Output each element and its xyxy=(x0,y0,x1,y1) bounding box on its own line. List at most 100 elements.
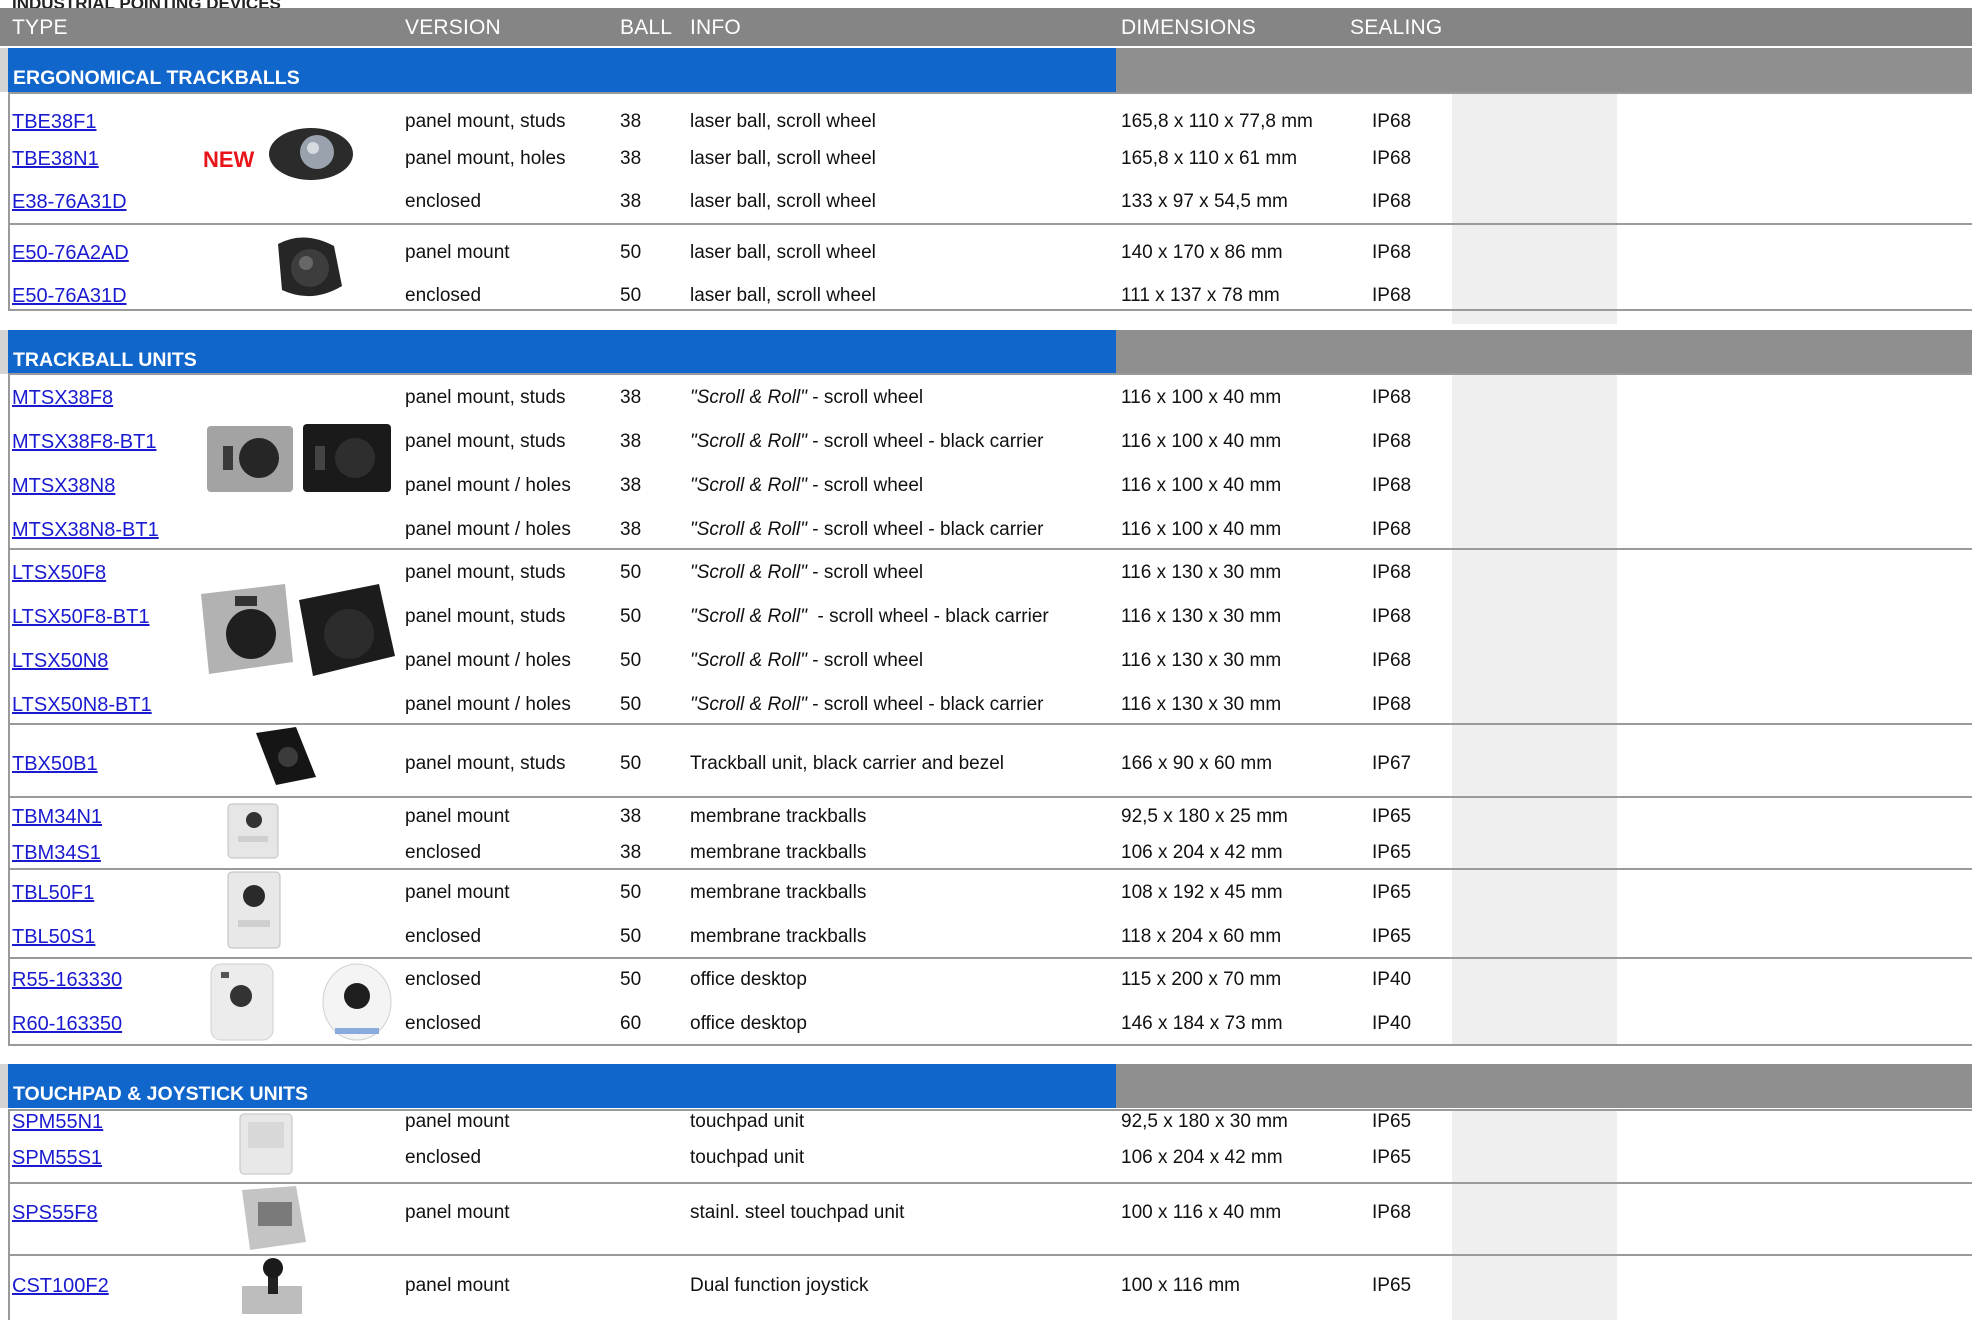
col-version: VERSION xyxy=(405,16,501,39)
sealing-cell: IP65 xyxy=(1372,806,1412,827)
info-cell: Dual function joystick xyxy=(690,1275,868,1297)
dimensions-cell: 165,8 x 110 x 61 mm xyxy=(1121,148,1298,169)
info-italic: "Scroll & Roll" xyxy=(690,475,807,496)
dimensions-cell: 165,8 x 110 x 77,8 mm xyxy=(1121,111,1313,132)
section-bar: ERGONOMICAL TRACKBALLS xyxy=(0,48,1972,92)
product-link[interactable]: E50-76A31D xyxy=(12,285,127,308)
dimensions-cell: 118 x 204 x 60 mm xyxy=(1121,926,1282,947)
product-link[interactable]: MTSX38F8-BT1 xyxy=(12,431,156,454)
table-row: CST100F2 panel mount Dual function joystic… xyxy=(0,1275,1972,1305)
info-text: - scroll wheel xyxy=(806,562,924,583)
info-text: laser ball, scroll wheel xyxy=(690,148,876,169)
info-cell: touchpad unit xyxy=(690,1147,804,1169)
ball-cell: 38 xyxy=(620,148,642,169)
info-text: - scroll wheel - black carrier xyxy=(806,431,1044,452)
table-row: LTSX50F8 panel mount, studs 50 "Scroll & Ro… xyxy=(0,562,1972,592)
product-link[interactable]: LTSX50F8 xyxy=(12,562,106,585)
dimensions-cell: 116 x 100 x 40 mm xyxy=(1121,387,1282,408)
product-link[interactable]: TBE38F1 xyxy=(12,111,96,134)
sealing-cell: IP68 xyxy=(1372,111,1412,132)
product-link[interactable]: SPM55N1 xyxy=(12,1111,103,1134)
info-cell: touchpad unit xyxy=(690,1111,804,1133)
info-cell: "Scroll & Roll" - scroll wheel xyxy=(690,475,923,497)
table-row: MTSX38N8-BT1 panel mount / holes 38 "Scroll… xyxy=(0,519,1972,549)
ball-cell: 50 xyxy=(620,753,642,774)
product-link[interactable]: MTSX38N8-BT1 xyxy=(12,519,159,542)
table-row: LTSX50F8-BT1 panel mount, studs 50 "Scroll … xyxy=(0,606,1972,636)
product-link[interactable]: MTSX38F8 xyxy=(12,387,113,410)
table-row: MTSX38F8-BT1 panel mount, studs 38 "Scroll … xyxy=(0,431,1972,461)
ball-cell: 50 xyxy=(620,242,642,263)
info-text: - scroll wheel xyxy=(806,475,924,496)
product-link[interactable]: R60-163350 xyxy=(12,1013,122,1036)
dimensions-cell: 116 x 100 x 40 mm xyxy=(1121,431,1282,452)
dimensions-cell: 106 x 204 x 42 mm xyxy=(1121,1147,1283,1168)
col-info: INFO xyxy=(690,16,741,39)
table-row: E50-76A2AD panel mount 50 laser ball, scrol… xyxy=(0,242,1972,272)
version-cell: panel mount, holes xyxy=(405,148,566,169)
product-link[interactable]: SPS55F8 xyxy=(12,1202,98,1225)
product-link[interactable]: MTSX38N8 xyxy=(12,475,115,498)
dimensions-cell: 116 x 130 x 30 mm xyxy=(1121,562,1282,583)
table-row: TBM34N1 panel mount 38 membrane trackballs 9… xyxy=(0,806,1972,836)
product-link[interactable]: LTSX50N8-BT1 xyxy=(12,694,152,717)
info-text: - scroll wheel - black carrier xyxy=(806,606,1049,627)
product-link[interactable]: TBM34N1 xyxy=(12,806,102,829)
sealing-cell: IP68 xyxy=(1372,148,1412,169)
version-cell: panel mount xyxy=(405,242,510,263)
ball-cell: 50 xyxy=(620,969,642,990)
product-link[interactable]: TBM34S1 xyxy=(12,842,101,865)
product-link[interactable]: CST100F2 xyxy=(12,1275,109,1298)
ball-cell: 38 xyxy=(620,111,642,132)
table-row: TBM34S1 enclosed 38 membrane trackballs 106 … xyxy=(0,842,1972,872)
version-cell: panel mount xyxy=(405,1275,510,1296)
product-link[interactable]: R55-163330 xyxy=(12,969,122,992)
version-cell: panel mount xyxy=(405,806,510,827)
table-row: SPM55N1 panel mount touchpad unit 92,5 x 18… xyxy=(0,1111,1972,1141)
version-cell: panel mount xyxy=(405,1202,510,1223)
info-text: - scroll wheel xyxy=(806,387,924,408)
info-text: - scroll wheel xyxy=(806,650,924,671)
version-cell: panel mount / holes xyxy=(405,694,571,715)
product-link[interactable]: SPM55S1 xyxy=(12,1147,102,1170)
product-link[interactable]: E38-76A31D xyxy=(12,191,127,214)
section-bar: TOUCHPAD & JOYSTICK UNITS xyxy=(0,1064,1972,1108)
table-row: TBX50B1 panel mount, studs 50 Trackball uni… xyxy=(0,753,1972,783)
info-text: office desktop xyxy=(690,1013,807,1034)
product-link[interactable]: TBE38N1 xyxy=(12,148,99,171)
version-cell: enclosed xyxy=(405,1013,482,1034)
version-cell: panel mount, studs xyxy=(405,753,566,774)
ball-cell: 50 xyxy=(620,926,642,947)
product-link[interactable]: TBL50S1 xyxy=(12,926,95,949)
product-link[interactable]: LTSX50F8-BT1 xyxy=(12,606,149,629)
info-text: laser ball, scroll wheel xyxy=(690,191,876,212)
dimensions-cell: 116 x 130 x 30 mm xyxy=(1121,694,1282,715)
ball-cell: 60 xyxy=(620,1013,642,1034)
info-cell: laser ball, scroll wheel xyxy=(690,285,876,307)
table-row: SPS55F8 panel mount stainl. steel touchpad… xyxy=(0,1202,1972,1232)
dimensions-cell: 100 x 116 mm xyxy=(1121,1275,1240,1296)
sealing-cell: IP65 xyxy=(1372,1275,1412,1296)
product-link[interactable]: LTSX50N8 xyxy=(12,650,108,673)
table-row: TBL50S1 enclosed 50 membrane trackballs 118 … xyxy=(0,926,1972,956)
version-cell: panel mount xyxy=(405,1111,510,1132)
col-dimensions: DIMENSIONS xyxy=(1121,16,1257,39)
info-text: membrane trackballs xyxy=(690,842,867,863)
info-cell: "Scroll & Roll" - scroll wheel xyxy=(690,650,923,672)
info-cell: "Scroll & Roll" - scroll wheel - black c… xyxy=(690,694,1043,716)
info-text: membrane trackballs xyxy=(690,806,867,827)
info-italic: "Scroll & Roll" xyxy=(690,387,807,408)
product-link[interactable]: E50-76A2AD xyxy=(12,242,129,265)
table-header: TYPE VERSION BALL INFO DIMENSIONS SEALIN… xyxy=(0,8,1972,46)
table-row: TBL50F1 panel mount 50 membrane trackballs 1… xyxy=(0,882,1972,912)
product-link[interactable]: TBX50B1 xyxy=(12,753,98,776)
sealing-cell: IP68 xyxy=(1372,519,1412,540)
ball-cell: 50 xyxy=(620,694,642,715)
sealing-cell: IP68 xyxy=(1372,191,1412,212)
product-link[interactable]: TBL50F1 xyxy=(12,882,94,905)
sealing-cell: IP68 xyxy=(1372,606,1412,627)
info-cell: office desktop xyxy=(690,969,807,991)
info-cell: membrane trackballs xyxy=(690,926,866,948)
dimensions-cell: 116 x 130 x 30 mm xyxy=(1121,650,1282,671)
dimensions-cell: 100 x 116 x 40 mm xyxy=(1121,1202,1282,1223)
